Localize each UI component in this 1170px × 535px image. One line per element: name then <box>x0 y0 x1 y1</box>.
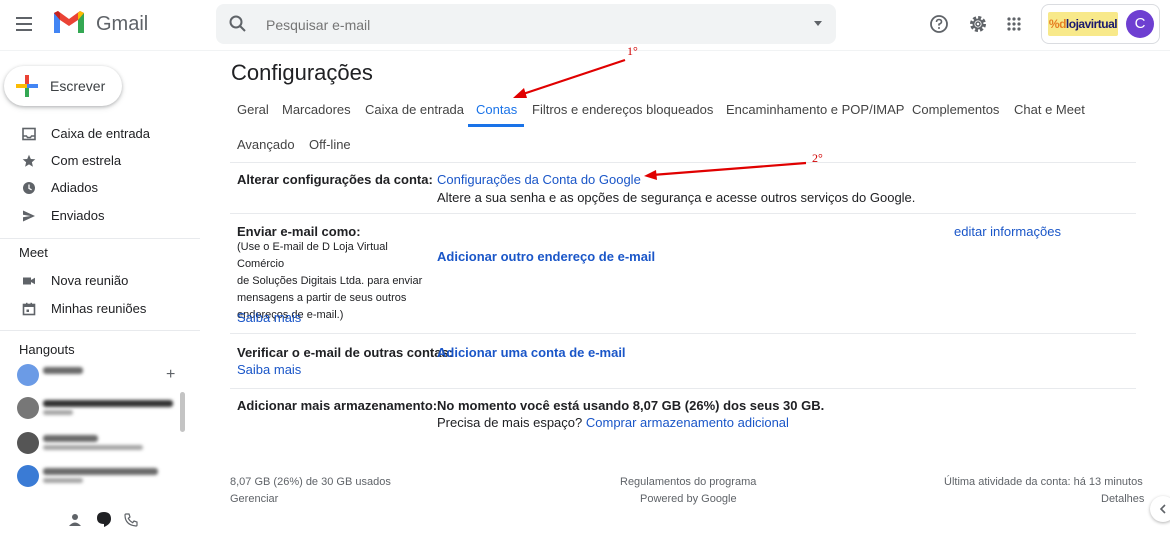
edit-info-link[interactable]: editar informações <box>954 224 1061 239</box>
search-options-icon[interactable] <box>814 21 822 26</box>
tab-labels[interactable]: Marcadores <box>282 102 351 117</box>
storage-label: Adicionar mais armazenamento: <box>237 398 438 413</box>
avatar <box>17 397 39 419</box>
storage-usage-text: No momento você está usando 8,07 GB (26%… <box>437 398 825 413</box>
calendar-icon <box>22 302 36 316</box>
page-title: Configurações <box>231 60 373 85</box>
manage-storage-link[interactable]: Gerenciar <box>230 493 278 505</box>
chevron-left-icon <box>1159 504 1166 514</box>
tab-forwarding[interactable]: Encaminhamento e POP/IMAP <box>726 102 904 117</box>
phone-icon[interactable] <box>124 513 138 527</box>
tab-offline[interactable]: Off-line <box>309 137 351 152</box>
active-tab-indicator <box>468 124 524 127</box>
tab-chat-meet[interactable]: Chat e Meet <box>1014 102 1085 117</box>
contacts-icon[interactable] <box>68 513 82 527</box>
sidebar-divider <box>0 238 200 239</box>
last-activity: Última atividade da conta: há 13 minutos <box>944 476 1143 488</box>
sidebar-item-label: Enviados <box>51 208 105 223</box>
settings-divider <box>230 162 1136 163</box>
hangouts-section-title: Hangouts <box>19 342 75 357</box>
tab-accounts[interactable]: Contas <box>476 102 517 117</box>
sidebar-item-inbox[interactable]: Caixa de entrada <box>0 121 200 147</box>
sidebar-item-snoozed[interactable]: Adiados <box>0 175 200 201</box>
tab-filters[interactable]: Filtros e endereços bloqueados <box>532 102 713 117</box>
powered-by: Powered by Google <box>640 493 737 505</box>
sidebar-item-label: Com estrela <box>51 153 122 168</box>
gear-icon[interactable] <box>967 13 989 35</box>
settings-divider <box>230 213 1136 214</box>
sidebar-divider <box>0 330 200 331</box>
sidebar-item-starred[interactable]: Com estrela <box>0 148 200 174</box>
send-as-learn-more-link[interactable]: Saiba mais <box>237 310 301 325</box>
sidebar-item-label: Caixa de entrada <box>51 126 151 141</box>
footer-usage: 8,07 GB (26%) de 30 GB usados <box>230 476 391 488</box>
apps-grid-icon[interactable] <box>1003 13 1025 35</box>
annotation-arrow-1 <box>519 58 626 97</box>
avatar <box>17 432 39 454</box>
app-name: Gmail <box>96 13 149 35</box>
buy-storage-link[interactable]: Comprar armazenamento adicional <box>586 415 789 430</box>
annotation-label-2: 2° <box>812 151 823 165</box>
plus-icon <box>16 75 38 97</box>
hangouts-contact[interactable] <box>17 465 177 487</box>
compose-button[interactable]: Escrever <box>4 66 122 106</box>
annotation-label-1: 1° <box>627 44 638 58</box>
avatar <box>17 465 39 487</box>
check-mail-label: Verificar o e-mail de outras contas: <box>237 345 454 360</box>
sidebar-item-sent[interactable]: Enviados <box>0 203 200 229</box>
add-mail-account-link[interactable]: Adicionar uma conta de e-mail <box>437 345 626 360</box>
search-icon[interactable] <box>228 14 248 34</box>
sidebar-item-new-meeting[interactable]: Nova reunião <box>0 268 200 294</box>
sidebar-item-label: Adiados <box>51 180 98 195</box>
hangouts-contact[interactable] <box>17 364 177 386</box>
sidebar-scrollbar[interactable] <box>180 392 185 432</box>
account-switcher[interactable]: %dlojavirtual C <box>1041 4 1160 44</box>
storage-more-space: Precisa de mais espaço? Comprar armazena… <box>437 415 789 430</box>
google-account-settings-link[interactable]: Configurações da Conta do Google <box>437 172 641 187</box>
tab-general[interactable]: Geral <box>237 102 269 117</box>
tab-addons[interactable]: Complementos <box>912 102 999 117</box>
send-icon <box>23 210 35 222</box>
menu-icon[interactable] <box>12 13 36 37</box>
hangouts-contact[interactable] <box>17 397 177 419</box>
search-input[interactable] <box>264 14 788 36</box>
sidebar-item-label: Minhas reuniões <box>51 301 147 316</box>
annotation-arrow-2 <box>651 161 807 177</box>
account-settings-label: Alterar configurações da conta: <box>237 172 433 187</box>
check-mail-learn-more-link[interactable]: Saiba mais <box>237 362 301 377</box>
brand-logo: %dlojavirtual <box>1048 12 1118 36</box>
gmail-logo[interactable] <box>52 9 86 35</box>
add-contact-icon[interactable]: + <box>166 366 175 384</box>
hangouts-contact[interactable] <box>17 432 177 454</box>
help-icon[interactable] <box>928 13 950 35</box>
tab-advanced[interactable]: Avançado <box>237 137 295 152</box>
video-icon <box>23 277 35 285</box>
annotation-arrowhead-2 <box>644 170 657 180</box>
annotation-arrowhead-1 <box>513 88 527 98</box>
add-email-address-link[interactable]: Adicionar outro endereço de e-mail <box>437 249 655 264</box>
expand-panel-button[interactable] <box>1150 496 1170 522</box>
send-as-label: Enviar e-mail como: <box>237 224 361 239</box>
top-bar: Gmail %dlojavirtual C <box>0 0 1170 51</box>
search-bar[interactable] <box>216 4 836 44</box>
star-icon <box>22 154 36 167</box>
sidebar-item-label: Nova reunião <box>51 273 129 288</box>
avatar <box>17 364 39 386</box>
account-settings-description: Altere a sua senha e as opções de segura… <box>437 190 916 205</box>
settings-divider <box>230 388 1136 389</box>
settings-divider <box>230 333 1136 334</box>
meet-section-title: Meet <box>19 245 48 260</box>
clock-icon <box>23 182 35 194</box>
activity-details-link[interactable]: Detalhes <box>1101 493 1144 505</box>
tab-inbox[interactable]: Caixa de entrada <box>365 102 464 117</box>
hangouts-chat-icon[interactable] <box>95 511 113 529</box>
avatar[interactable]: C <box>1126 10 1154 38</box>
sidebar-item-my-meetings[interactable]: Minhas reuniões <box>0 296 200 322</box>
compose-label: Escrever <box>50 78 106 94</box>
program-policies-link[interactable]: Regulamentos do programa <box>620 476 756 488</box>
inbox-icon <box>22 127 36 141</box>
